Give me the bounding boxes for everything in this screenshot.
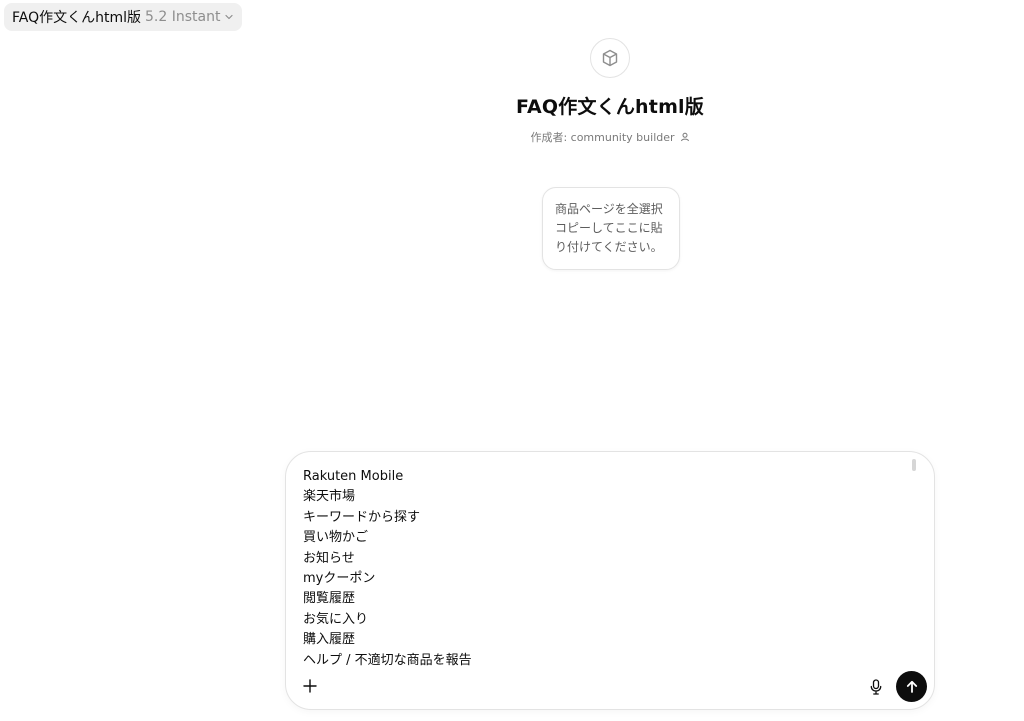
message-composer[interactable]: Rakuten Mobile 楽天市場キーワードから探す 買い物かごお知らせ myクー… xyxy=(285,451,935,710)
add-attachment-button[interactable] xyxy=(300,676,320,696)
composer-line: お知らせ xyxy=(303,550,355,566)
gpt-header: FAQ作文くんhtml版 作成者: community builder xyxy=(410,38,810,145)
composer-line: お気に入り xyxy=(303,611,369,627)
composer-line: 閲覧履歴 xyxy=(303,591,356,607)
composer-line: 楽天市場 xyxy=(303,489,356,505)
model-selector-gpt-name: FAQ作文くんhtml版 xyxy=(12,10,142,26)
conversation-starter-card[interactable]: 商品ページを全選択コピーしてここに貼り付けてください。 xyxy=(542,187,680,270)
composer-textarea[interactable]: Rakuten Mobile 楽天市場キーワードから探す 買い物かごお知らせ myクー… xyxy=(303,467,903,672)
dictate-button[interactable] xyxy=(867,676,885,698)
cube-icon xyxy=(600,48,620,68)
composer-scrollbar[interactable] xyxy=(912,459,916,471)
microphone-icon xyxy=(869,679,883,695)
composer-line: myクーポン xyxy=(303,571,376,587)
model-selector-version: 5.2 Instant xyxy=(145,9,221,25)
gpt-author[interactable]: 作成者: community builder xyxy=(530,129,689,145)
send-button[interactable] xyxy=(896,671,927,702)
gpt-author-label: 作成者: community builder xyxy=(530,131,675,144)
composer-line: ヘルプ / 不適切な商品を報告 xyxy=(303,652,472,668)
arrow-up-icon xyxy=(905,680,919,694)
gpt-avatar xyxy=(590,38,630,78)
composer-line: 買い物かご xyxy=(303,530,369,546)
person-icon xyxy=(680,132,690,142)
composer-line: 購入履歴 xyxy=(303,632,356,648)
composer-line: Rakuten Mobile xyxy=(303,469,404,484)
composer-line: キーワードから探す xyxy=(303,509,421,525)
chat-app: FAQ作文くんhtml版 5.2 Instant FAQ作文くんhtml版 作成… xyxy=(0,0,1024,721)
model-selector-button[interactable]: FAQ作文くんhtml版 5.2 Instant xyxy=(4,3,243,31)
chevron-down-icon xyxy=(224,12,234,22)
gpt-title: FAQ作文くんhtml版 xyxy=(516,96,704,118)
conversation-starter-text: 商品ページを全選択コピーしてここに貼り付けてください。 xyxy=(555,202,663,254)
plus-icon xyxy=(303,679,317,693)
